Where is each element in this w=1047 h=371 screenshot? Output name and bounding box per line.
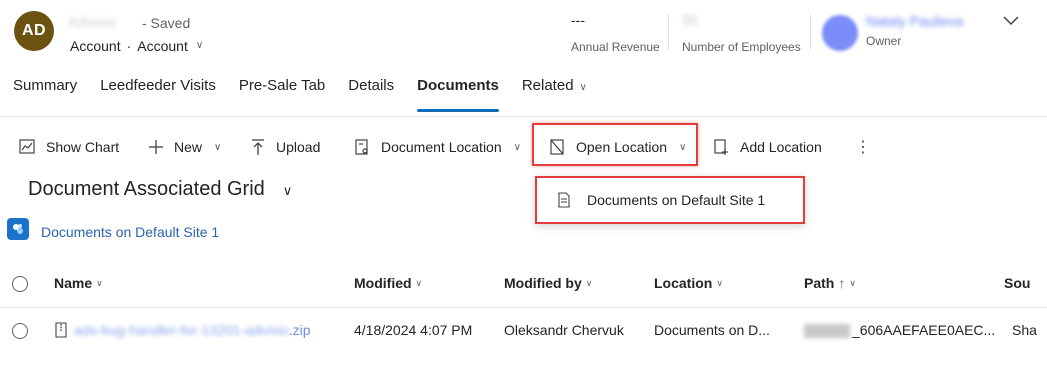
column-header-modified[interactable]: Modified ∨ xyxy=(354,275,422,291)
add-location-label: Add Location xyxy=(740,139,822,155)
chart-icon xyxy=(19,139,35,154)
upload-icon xyxy=(252,139,264,155)
annual-revenue-value: --- xyxy=(571,12,585,28)
header-divider xyxy=(810,14,811,50)
document-location-label: Document Location xyxy=(381,139,502,155)
tab-pre-sale[interactable]: Pre-Sale Tab xyxy=(239,74,325,112)
file-name-blurred: ads-bug-handler-for-13201-advisio xyxy=(74,322,289,338)
column-header-modified-by[interactable]: Modified by ∨ xyxy=(504,275,592,291)
header-divider xyxy=(668,14,669,50)
document-location-button[interactable]: Document Location ∨ xyxy=(353,136,521,158)
location-cell: Documents on D... xyxy=(654,322,770,338)
employees-label: Number of Employees xyxy=(682,40,801,54)
tab-summary[interactable]: Summary xyxy=(13,74,77,112)
plus-icon xyxy=(149,140,163,154)
tab-leedfeeder-visits[interactable]: Leedfeeder Visits xyxy=(100,74,216,112)
chevron-down-icon: ∨ xyxy=(679,141,687,153)
column-header-location[interactable]: Location ∨ xyxy=(654,275,723,291)
chevron-down-icon: ∨ xyxy=(585,277,593,288)
column-modified-label: Modified xyxy=(354,275,412,291)
tab-related[interactable]: Related ∨ xyxy=(522,74,587,112)
select-all-radio[interactable] xyxy=(12,276,28,292)
file-extension: .zip xyxy=(288,322,311,338)
entity-separator: · xyxy=(126,38,132,54)
chevron-down-icon: ∨ xyxy=(415,277,423,288)
upload-button[interactable]: Upload xyxy=(250,136,320,158)
path-text: _606AAEFAEE0AEC... xyxy=(852,322,996,338)
owner-avatar[interactable] xyxy=(822,15,858,51)
entity-breadcrumb: Account · Account ∨ xyxy=(70,38,203,54)
row-select-radio[interactable] xyxy=(12,323,28,339)
tab-documents[interactable]: Documents xyxy=(417,74,499,112)
view-selector[interactable]: Document Associated Grid ∨ xyxy=(28,178,292,201)
zip-file-icon xyxy=(55,322,67,338)
expand-header-icon[interactable] xyxy=(1002,14,1020,28)
source-cell: Sha xyxy=(1012,322,1037,338)
show-chart-label: Show Chart xyxy=(46,139,120,155)
owner-name[interactable]: Nataly Paulieva xyxy=(866,13,963,29)
saved-status: - Saved xyxy=(142,15,191,31)
column-name-label: Name xyxy=(54,275,93,291)
record-avatar: AD xyxy=(14,11,54,51)
chevron-down-icon: ∨ xyxy=(96,277,103,288)
upload-label: Upload xyxy=(276,139,321,155)
more-commands-button[interactable]: ⋮ xyxy=(855,136,871,158)
form-name: Account xyxy=(137,38,188,54)
open-location-menu-item[interactable]: Documents on Default Site 1 xyxy=(535,176,805,224)
path-redacted xyxy=(804,324,850,339)
modified-cell: 4/18/2024 4:07 PM xyxy=(354,322,473,338)
chevron-down-icon: ∨ xyxy=(282,182,293,198)
open-location-button[interactable]: Open Location ∨ xyxy=(548,136,686,158)
column-path-label: Path xyxy=(804,275,835,291)
document-location-icon xyxy=(355,139,368,155)
annual-revenue-label: Annual Revenue xyxy=(571,40,660,54)
header-row-divider xyxy=(0,307,1047,308)
tab-list: Summary Leedfeeder Visits Pre-Sale Tab D… xyxy=(0,74,597,112)
form-selector[interactable]: Account ∨ xyxy=(137,38,203,54)
file-name-link[interactable]: ads-bug-handler-for-13201-advisio.zip xyxy=(74,322,311,338)
sort-ascending-icon: ↑ xyxy=(838,275,846,291)
chevron-down-icon: ∨ xyxy=(214,141,222,153)
chevron-down-icon: ∨ xyxy=(849,277,856,288)
document-icon xyxy=(558,192,570,208)
chevron-down-icon: ∨ xyxy=(195,39,204,51)
column-header-source[interactable]: Sou xyxy=(1004,275,1030,291)
column-modified-by-label: Modified by xyxy=(504,275,582,291)
new-button[interactable]: New ∨ xyxy=(148,136,221,158)
show-chart-button[interactable]: Show Chart xyxy=(18,136,119,158)
annual-revenue-field: --- Annual Revenue xyxy=(571,12,660,54)
chevron-down-icon: ∨ xyxy=(579,82,587,93)
column-header-path[interactable]: Path ↑ ∨ xyxy=(804,275,856,291)
column-location-label: Location xyxy=(654,275,713,291)
record-name: Advisio xyxy=(68,14,117,31)
tab-details[interactable]: Details xyxy=(348,74,394,112)
employees-value: 50 xyxy=(682,12,698,28)
column-header-name[interactable]: Name ∨ xyxy=(54,275,103,291)
tab-related-label: Related xyxy=(521,77,574,94)
path-cell: _606AAEFAEE0AEC... xyxy=(804,322,996,339)
modified-by-cell: Oleksandr Chervuk xyxy=(504,322,624,338)
new-label: New xyxy=(174,139,203,155)
tabs-divider xyxy=(0,116,1047,117)
chevron-down-icon: ∨ xyxy=(513,141,521,153)
open-location-icon xyxy=(550,139,564,155)
sharepoint-icon xyxy=(7,218,29,240)
chevron-down-icon: ∨ xyxy=(716,277,723,288)
open-location-menu-label: Documents on Default Site 1 xyxy=(587,192,766,208)
site-location-link[interactable]: Documents on Default Site 1 xyxy=(41,224,219,240)
open-location-label: Open Location xyxy=(576,139,668,155)
owner-label: Owner xyxy=(866,34,902,48)
add-location-button[interactable]: Add Location xyxy=(712,136,822,158)
employees-field: 50 Number of Employees xyxy=(682,12,801,54)
add-location-icon xyxy=(714,139,728,155)
entity-type: Account xyxy=(70,38,121,54)
grid-title: Document Associated Grid xyxy=(28,178,265,200)
column-source-label: Sou xyxy=(1004,275,1031,291)
